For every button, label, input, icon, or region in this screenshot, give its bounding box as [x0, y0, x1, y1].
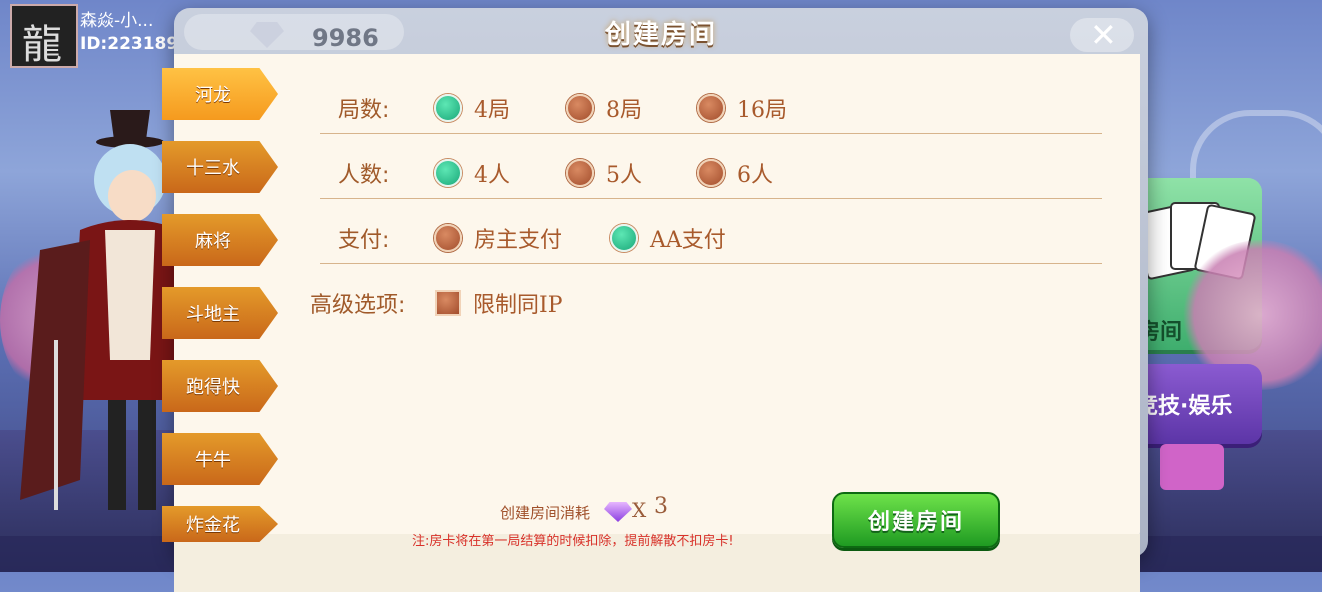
rounds-option-4[interactable]: 4局 — [434, 92, 510, 124]
option-label: 16局 — [737, 98, 787, 123]
radio-icon — [434, 224, 462, 252]
dialog-header: 9986 创建房间 ✕ — [174, 8, 1148, 54]
dialog-content: 局数: 4局 8局 16局 人数: 4人 5人 6人 支付: 房主支付 AA支付… — [174, 54, 1140, 592]
players-option-6[interactable]: 6人 — [697, 157, 773, 189]
avatar-glyph: 龍 — [22, 22, 62, 68]
players-option-5[interactable]: 5人 — [566, 157, 642, 189]
option-label: 房主支付 — [474, 228, 563, 253]
tab-niuniu[interactable]: 牛牛 — [162, 433, 278, 485]
checkbox-label: 限制同IP — [473, 293, 563, 318]
checkbox-icon — [435, 290, 461, 316]
arena-card-label: 竞技·娱乐 — [1136, 394, 1233, 419]
tab-helong[interactable]: 河龙 — [162, 68, 278, 120]
radio-selected-icon — [434, 159, 462, 187]
tab-zhajinhua[interactable]: 炸金花 — [162, 506, 278, 542]
option-label: 4人 — [474, 163, 510, 188]
tab-paodekuai[interactable]: 跑得快 — [162, 360, 278, 412]
gift-box-icon — [1160, 444, 1224, 490]
cost-value: 3 — [654, 494, 668, 519]
option-label: 8局 — [606, 98, 642, 123]
notice-text: 注:房卡将在第一局结算的时候扣除，提前解散不扣房卡! — [412, 534, 734, 549]
payment-option-owner[interactable]: 房主支付 — [434, 222, 562, 254]
payment-option-aa[interactable]: AA支付 — [610, 222, 726, 254]
radio-icon — [566, 94, 594, 122]
tab-shisanshui[interactable]: 十三水 — [162, 141, 278, 193]
radio-selected-icon — [434, 94, 462, 122]
rounds-label: 局数: — [338, 98, 390, 123]
tab-doudizhu[interactable]: 斗地主 — [162, 287, 278, 339]
avatar[interactable]: 龍 — [10, 4, 78, 68]
cost-multiplier: X — [632, 498, 647, 522]
player-id: ID:223189 — [80, 34, 179, 54]
cost-label: 创建房间消耗 — [500, 504, 591, 522]
close-button[interactable]: ✕ — [1070, 16, 1134, 54]
radio-icon — [566, 159, 594, 187]
option-label: 4局 — [474, 98, 510, 123]
radio-icon — [697, 94, 725, 122]
rounds-option-8[interactable]: 8局 — [566, 92, 642, 124]
option-label: 5人 — [606, 163, 642, 188]
radio-selected-icon — [610, 224, 638, 252]
radio-icon — [697, 159, 725, 187]
advanced-label: 高级选项: — [310, 293, 406, 318]
create-room-button[interactable]: 创建房间 — [832, 492, 1000, 548]
divider — [320, 133, 1102, 134]
divider — [320, 263, 1102, 264]
rounds-option-16[interactable]: 16局 — [697, 92, 787, 124]
create-room-dialog: 9986 创建房间 ✕ 局数: 4局 8局 16局 人数: 4人 5人 6人 支… — [162, 8, 1148, 592]
close-icon: ✕ — [1090, 16, 1117, 54]
restrict-ip-checkbox[interactable]: 限制同IP — [435, 287, 563, 319]
diamond-icon — [604, 502, 632, 522]
players-label: 人数: — [338, 163, 390, 188]
tab-majiang[interactable]: 麻将 — [162, 214, 278, 266]
players-option-4[interactable]: 4人 — [434, 157, 510, 189]
player-name: 森焱-小... — [80, 11, 154, 31]
divider — [320, 198, 1102, 199]
option-label: AA支付 — [650, 228, 726, 253]
payment-label: 支付: — [338, 228, 390, 253]
dialog-title: 创建房间 — [604, 20, 717, 50]
option-label: 6人 — [737, 163, 773, 188]
